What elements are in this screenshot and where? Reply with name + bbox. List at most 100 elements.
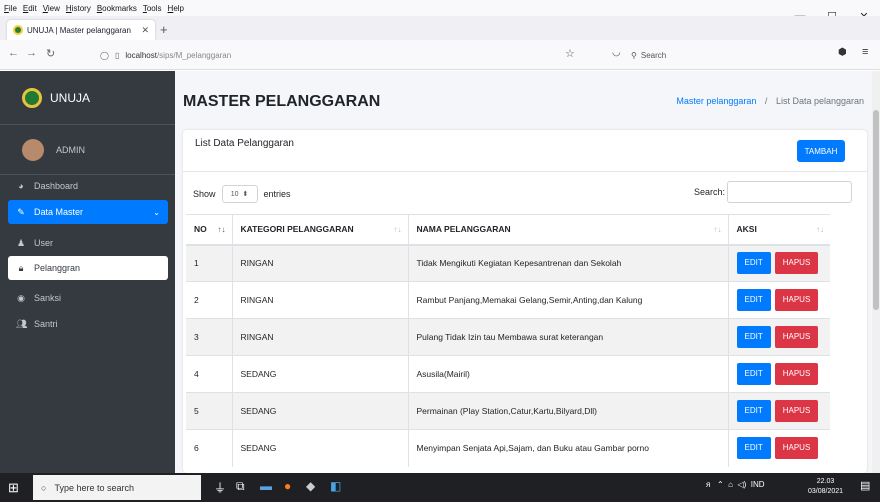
page-title: MASTER PELANGGARAN xyxy=(183,93,381,110)
lock-icon: 🔒︎ xyxy=(18,262,24,273)
delete-button[interactable]: HAPUS xyxy=(774,437,819,460)
menu-bookmarks[interactable]: Bookmarks xyxy=(97,4,137,13)
cell-aksi: EDIT HAPUS xyxy=(727,244,830,282)
cell-kategori: SEDANG xyxy=(231,355,408,393)
entries-select[interactable]: 10 ⬍ xyxy=(221,185,258,203)
brand-text: UNUJA xyxy=(50,90,91,105)
notification-icon[interactable]: ▤ xyxy=(860,479,870,492)
address-bar[interactable]: ◯ ▯ localhost/sips/M_pelanggaran xyxy=(100,45,700,65)
vscode-icon[interactable]: ◧ xyxy=(330,479,341,493)
cell-no: 1 xyxy=(186,244,232,282)
delete-button[interactable]: HAPUS xyxy=(774,326,819,348)
menu-history[interactable]: History xyxy=(66,4,91,13)
shield-icon: ◯ xyxy=(100,50,109,60)
sidebar-item-user[interactable]: ♟ User xyxy=(8,231,168,255)
clock-date: 03/08/2021 xyxy=(808,488,844,495)
bookmark-star-icon[interactable]: ☆ xyxy=(565,47,575,60)
table-header-row: NO ↑↓ KATEGORI PELANGGARAN ↑↓ NAMA PELANGG… xyxy=(186,214,830,246)
task-view-icon[interactable]: ⧉ xyxy=(236,479,245,494)
sidebar-item-pelanggran[interactable]: 🔒︎ Pelanggran xyxy=(8,256,168,280)
data-table: NO ↑↓ KATEGORI PELANGGARAN ↑↓ NAMA PELANGG… xyxy=(186,214,830,467)
users-icon: 👥︎ xyxy=(16,318,28,329)
cell-no: 4 xyxy=(186,355,232,393)
sidebar-item-label: Dashboard xyxy=(34,181,79,191)
breadcrumb-separator: / xyxy=(764,96,768,106)
column-header-kategori[interactable]: KATEGORI PELANGGARAN ↑↓ xyxy=(231,214,408,246)
people-icon: ᴙ xyxy=(706,480,711,489)
menu-bar: File Edit View History Bookmarks Tools H… xyxy=(0,0,880,16)
sort-asc-icon: ↑↓ xyxy=(217,225,226,234)
extension-icon[interactable]: ⬢ xyxy=(838,47,847,58)
browser-tab[interactable]: UNUJA | Master pelanggaran ✕ xyxy=(7,20,155,40)
column-header-label: NAMA PELANGGARAN xyxy=(416,224,511,235)
hamburger-menu-icon[interactable]: ≡ xyxy=(862,46,868,58)
clock[interactable]: 22.03 03/08/2021 xyxy=(808,477,843,497)
favicon-icon xyxy=(13,25,23,35)
app-icon[interactable]: ◆ xyxy=(306,479,315,493)
show-label: Show xyxy=(193,189,216,199)
edit-button[interactable]: EDIT xyxy=(736,326,771,348)
forward-icon[interactable]: → xyxy=(26,47,37,59)
sidebar-item-label: User xyxy=(34,238,54,248)
menu-view[interactable]: View xyxy=(43,4,60,13)
delete-button[interactable]: HAPUS xyxy=(774,400,819,422)
scrollbar-thumb[interactable] xyxy=(873,110,879,310)
delete-button[interactable]: HAPUS xyxy=(774,289,819,311)
entries-label: entries xyxy=(263,189,291,199)
column-header-no[interactable]: NO ↑↓ xyxy=(186,214,232,246)
tab-close-icon[interactable]: ✕ xyxy=(141,25,149,36)
add-button[interactable]: TAMBAH xyxy=(797,140,845,162)
card-title: List Data Pelanggaran xyxy=(195,138,294,149)
delete-button[interactable]: HAPUS xyxy=(774,363,819,385)
firefox-icon[interactable]: ● xyxy=(284,479,291,493)
language-indicator: IND xyxy=(750,480,765,489)
menu-edit[interactable]: Edit xyxy=(23,4,37,13)
edit-button[interactable]: EDIT xyxy=(736,437,771,460)
edit-button[interactable]: EDIT xyxy=(736,289,771,311)
back-icon[interactable]: ← xyxy=(8,47,19,59)
user-name: ADMIN xyxy=(56,144,85,155)
cell-kategori: RINGAN xyxy=(231,318,408,356)
cell-nama: Asusila(Mairil) xyxy=(407,355,728,393)
unuja-logo-icon xyxy=(22,87,42,108)
table-search-input[interactable] xyxy=(727,181,852,203)
cell-nama: Rambut Panjang,Memakai Gelang,Semir,Anti… xyxy=(407,281,728,319)
column-header-nama[interactable]: NAMA PELANGGARAN ↑↓ xyxy=(407,214,728,246)
cell-nama: Menyimpan Senjata Api,Sajam, dan Buku at… xyxy=(407,429,728,467)
column-header-aksi[interactable]: AKSI ↑↓ xyxy=(727,214,830,246)
menu-tools[interactable]: Tools xyxy=(143,4,162,13)
delete-button[interactable]: HAPUS xyxy=(774,252,819,275)
cell-aksi: EDIT HAPUS xyxy=(727,392,830,430)
table-row: 1 RINGAN Tidak Mengikuti Kegiatan Kepesant… xyxy=(186,244,830,282)
taskbar-search-input[interactable]: ○ Type here to search xyxy=(33,475,201,500)
edit-button[interactable]: EDIT xyxy=(736,363,771,385)
edit-button[interactable]: EDIT xyxy=(736,400,771,422)
user-panel[interactable]: ADMIN xyxy=(0,125,175,175)
sidebar-item-sanksi[interactable]: ◉ Sanksi xyxy=(8,286,168,310)
sidebar-item-santri[interactable]: 👥︎ Santri xyxy=(8,312,168,336)
system-tray[interactable]: ᴙ ⌃ ⌂ ◁) IND xyxy=(706,480,765,489)
reload-icon[interactable]: ↻ xyxy=(46,47,55,60)
cell-nama: Permainan (Play Station,Catur,Kartu,Bily… xyxy=(407,392,728,430)
brand-link[interactable]: UNUJA xyxy=(0,71,175,125)
edit-button[interactable]: EDIT xyxy=(736,252,771,275)
pocket-icon[interactable]: ◡ xyxy=(612,47,621,58)
windows-start-icon[interactable]: ⊞ xyxy=(8,480,19,496)
wrench-icon: ✎ xyxy=(17,206,25,217)
url-host: localhost xyxy=(125,50,157,60)
sidebar-item-dashboard[interactable]: ◕ Dashboard xyxy=(8,174,168,198)
tachometer-icon: ◕ xyxy=(18,181,24,191)
breadcrumb-link[interactable]: Master pelanggaran xyxy=(676,96,756,106)
new-tab-icon[interactable]: + xyxy=(160,22,168,37)
column-header-label: KATEGORI PELANGGARAN xyxy=(240,224,354,235)
sidebar-item-data-master[interactable]: ✎ Data Master ⌄ xyxy=(8,200,168,224)
cell-kategori: RINGAN xyxy=(231,281,408,319)
breadcrumb: Master pelanggaran / List Data pelanggar… xyxy=(676,96,864,106)
menu-file[interactable]: File xyxy=(4,4,17,13)
file-explorer-icon[interactable]: ▬ xyxy=(260,479,272,493)
browser-search-input[interactable]: ⚲ Search xyxy=(625,45,800,65)
microphone-icon[interactable]: ⏚ xyxy=(214,479,226,496)
taskbar-search-placeholder: Type here to search xyxy=(54,482,134,493)
menu-help[interactable]: Help xyxy=(168,4,184,13)
cell-nama: Pulang Tidak Izin tau Membawa surat kete… xyxy=(407,318,728,356)
